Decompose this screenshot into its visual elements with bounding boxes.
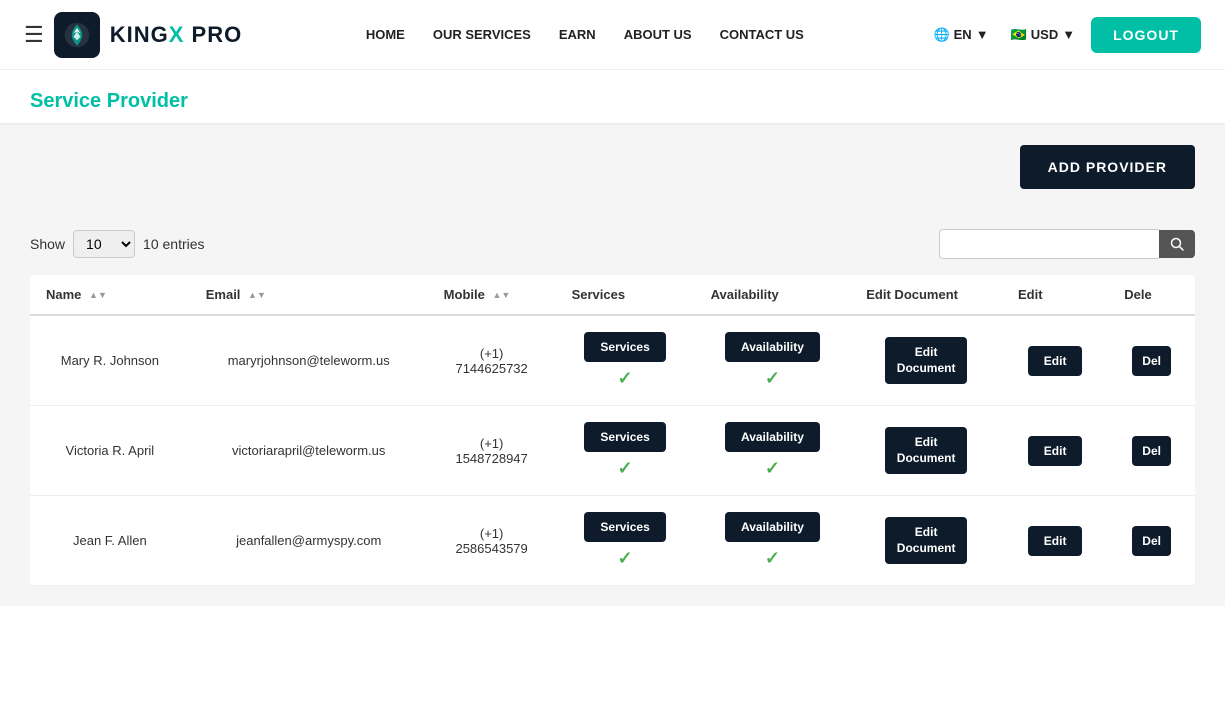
table-body: Mary R. Johnson maryrjohnson@teleworm.us… — [30, 315, 1195, 586]
cell-edit-2: Edit — [1002, 496, 1108, 586]
data-table: Name ▲▼ Email ▲▼ Mobile ▲▼ Services Avai… — [30, 275, 1195, 586]
page-title: Service Provider — [30, 90, 1195, 113]
lang-selector[interactable]: 🌐 EN ▼ — [927, 23, 994, 47]
edit-button-1[interactable]: Edit — [1028, 436, 1083, 466]
currency-label: USD — [1031, 27, 1058, 42]
edit-document-button-1[interactable]: EditDocument — [885, 427, 968, 474]
col-mobile: Mobile ▲▼ — [428, 275, 556, 315]
edit-document-button-2[interactable]: EditDocument — [885, 517, 968, 564]
nav-links: HOME OUR SERVICES EARN ABOUT US CONTACT … — [366, 27, 804, 42]
search-input[interactable] — [939, 229, 1159, 259]
edit-button-0[interactable]: Edit — [1028, 346, 1083, 376]
cell-mobile-1: (+1)1548728947 — [428, 406, 556, 496]
hamburger-menu[interactable]: ☰ — [24, 22, 44, 48]
table-section: Show 10 25 50 100 10 entries Name — [0, 209, 1225, 606]
cell-availability-2: Availability ✓ — [695, 496, 851, 586]
cell-services-1: Services ✓ — [556, 406, 695, 496]
sort-mobile-icon: ▲▼ — [492, 291, 510, 300]
services-check-0: ✓ — [618, 368, 633, 389]
services-button-0[interactable]: Services — [584, 332, 665, 362]
cell-mobile-2: (+1)2586543579 — [428, 496, 556, 586]
services-button-1[interactable]: Services — [584, 422, 665, 452]
entries-label: 10 entries — [143, 236, 204, 252]
cell-name-2: Jean F. Allen — [30, 496, 190, 586]
cell-email-2: jeanfallen@armyspy.com — [190, 496, 428, 586]
sort-name-icon: ▲▼ — [89, 291, 107, 300]
availability-check-1: ✓ — [765, 458, 780, 479]
col-email: Email ▲▼ — [190, 275, 428, 315]
col-delete: Dele — [1108, 275, 1195, 315]
col-name: Name ▲▼ — [30, 275, 190, 315]
cell-name-1: Victoria R. April — [30, 406, 190, 496]
nav-right: 🌐 EN ▼ 🇧🇷 USD ▼ LOGOUT — [927, 17, 1201, 53]
table-controls: Show 10 25 50 100 10 entries — [30, 229, 1195, 259]
table-row: Jean F. Allen jeanfallen@armyspy.com (+1… — [30, 496, 1195, 586]
cell-availability-1: Availability ✓ — [695, 406, 851, 496]
cell-edit-doc-1: EditDocument — [850, 406, 1002, 496]
table-row: Mary R. Johnson maryrjohnson@teleworm.us… — [30, 315, 1195, 406]
page-header: Service Provider — [0, 70, 1225, 125]
nav-about-us[interactable]: ABOUT US — [624, 27, 692, 42]
delete-button-1[interactable]: Del — [1132, 436, 1171, 466]
logo-icon — [63, 21, 91, 49]
search-button[interactable] — [1159, 230, 1195, 258]
globe-icon: 🌐 — [933, 27, 949, 43]
add-provider-button[interactable]: ADD PROVIDER — [1020, 145, 1195, 189]
nav-home[interactable]: HOME — [366, 27, 405, 42]
cell-edit-doc-2: EditDocument — [850, 496, 1002, 586]
delete-button-2[interactable]: Del — [1132, 526, 1171, 556]
cell-edit-doc-0: EditDocument — [850, 315, 1002, 406]
cell-services-0: Services ✓ — [556, 315, 695, 406]
cell-del-2: Del — [1108, 496, 1195, 586]
cell-email-1: victoriarapril@teleworm.us — [190, 406, 428, 496]
brand-x: X — [169, 22, 185, 47]
table-row: Victoria R. April victoriarapril@telewor… — [30, 406, 1195, 496]
availability-button-1[interactable]: Availability — [725, 422, 820, 452]
col-availability: Availability — [695, 275, 851, 315]
logout-button[interactable]: LOGOUT — [1091, 17, 1201, 53]
sort-email-icon: ▲▼ — [248, 291, 266, 300]
availability-button-2[interactable]: Availability — [725, 512, 820, 542]
show-entries: Show 10 25 50 100 10 entries — [30, 230, 205, 258]
navbar: ☰ KINGX PRO HOME OUR SERVICES EARN ABOUT… — [0, 0, 1225, 70]
cell-availability-0: Availability ✓ — [695, 315, 851, 406]
availability-check-0: ✓ — [765, 368, 780, 389]
show-label: Show — [30, 236, 65, 252]
show-select[interactable]: 10 25 50 100 — [73, 230, 135, 258]
cell-del-1: Del — [1108, 406, 1195, 496]
table-header: Name ▲▼ Email ▲▼ Mobile ▲▼ Services Avai… — [30, 275, 1195, 315]
edit-button-2[interactable]: Edit — [1028, 526, 1083, 556]
services-button-2[interactable]: Services — [584, 512, 665, 542]
logo-box — [54, 12, 100, 58]
cell-del-0: Del — [1108, 315, 1195, 406]
search-icon — [1170, 237, 1184, 251]
availability-button-0[interactable]: Availability — [725, 332, 820, 362]
cell-email-0: maryrjohnson@teleworm.us — [190, 315, 428, 406]
currency-chevron-icon: ▼ — [1062, 27, 1075, 42]
nav-our-services[interactable]: OUR SERVICES — [433, 27, 531, 42]
availability-check-2: ✓ — [765, 548, 780, 569]
cell-edit-0: Edit — [1002, 315, 1108, 406]
lang-label: EN — [954, 27, 972, 42]
cell-edit-1: Edit — [1002, 406, 1108, 496]
col-services: Services — [556, 275, 695, 315]
cell-name-0: Mary R. Johnson — [30, 315, 190, 406]
currency-selector[interactable]: 🇧🇷 USD ▼ — [1005, 23, 1082, 47]
delete-button-0[interactable]: Del — [1132, 346, 1171, 376]
cell-mobile-0: (+1)7144625732 — [428, 315, 556, 406]
add-provider-bar: ADD PROVIDER — [0, 125, 1225, 209]
flag-icon: 🇧🇷 — [1011, 27, 1027, 43]
cell-services-2: Services ✓ — [556, 496, 695, 586]
col-edit: Edit — [1002, 275, 1108, 315]
nav-contact-us[interactable]: CONTACT US — [720, 27, 804, 42]
services-check-2: ✓ — [618, 548, 633, 569]
nav-earn[interactable]: EARN — [559, 27, 596, 42]
brand-name: KINGX PRO — [110, 22, 242, 48]
services-check-1: ✓ — [618, 458, 633, 479]
edit-document-button-0[interactable]: EditDocument — [885, 337, 968, 384]
col-edit-doc: Edit Document — [850, 275, 1002, 315]
search-box — [939, 229, 1195, 259]
lang-chevron-icon: ▼ — [976, 27, 989, 42]
